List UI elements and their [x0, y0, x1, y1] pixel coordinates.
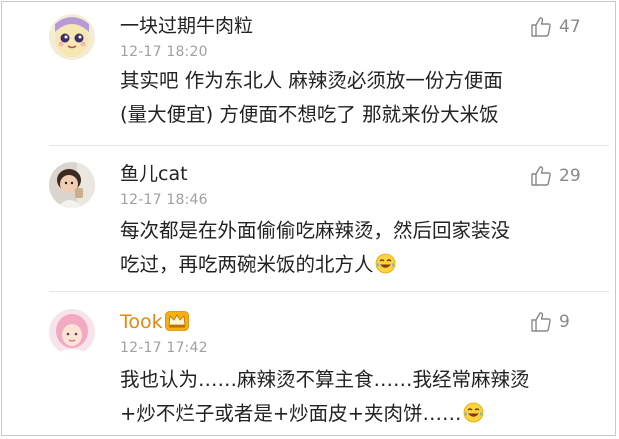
avatar[interactable] [49, 14, 95, 60]
comment-line: 每次都是在外面偷偷吃麻辣烫，然后回家装没 [120, 219, 511, 242]
comment-list: 一块过期牛肉粒 12-17 18:20 47 其实吧 作为东北人 麻辣烫必须放一… [1, 1, 616, 436]
like-button[interactable]: 29 [530, 164, 581, 188]
divider [49, 145, 609, 146]
username[interactable]: 一块过期牛肉粒 [120, 15, 253, 37]
like-count: 9 [559, 312, 570, 332]
comment-text: 其实吧 作为东北人 麻辣烫必须放一份方便面 (量大便宜) 方便面不想吃了 那就来… [120, 64, 590, 132]
like-button[interactable]: 9 [530, 310, 570, 334]
username[interactable]: Took [120, 311, 189, 336]
comment-line: 我也认为……麻辣烫不算主食……我经常麻辣烫 [120, 368, 530, 391]
like-count: 47 [559, 17, 581, 37]
comment-text: 每次都是在外面偷偷吃麻辣烫，然后回家装没 吃过，再吃两碗米饭的北方人 [120, 214, 590, 285]
like-count: 29 [559, 166, 581, 186]
crown-icon [164, 311, 189, 336]
divider [49, 291, 609, 292]
avatar[interactable] [49, 162, 95, 208]
thumbs-up-icon [531, 17, 551, 37]
thumbs-up-icon [531, 166, 551, 186]
username-text: Took [120, 311, 163, 333]
timestamp: 12-17 18:46 [120, 192, 208, 208]
comment-line-text: +炒不烂子或者是+炒面皮+夹肉饼…… [120, 402, 462, 425]
comment-text: 我也认为……麻辣烫不算主食……我经常麻辣烫 +炒不烂子或者是+炒面皮+夹肉饼…… [120, 363, 590, 434]
thumbs-up-icon [531, 312, 551, 332]
comment-line: (量大便宜) 方便面不想吃了 那就来份大米饭 [120, 103, 499, 126]
comment-line: 吃过，再吃两碗米饭的北方人 [120, 248, 590, 285]
timestamp: 12-17 17:42 [120, 340, 208, 356]
like-button[interactable]: 47 [530, 15, 581, 39]
laughing-emoji-icon [375, 251, 396, 285]
timestamp: 12-17 18:20 [120, 44, 208, 60]
comment-line: +炒不烂子或者是+炒面皮+夹肉饼…… [120, 397, 590, 434]
comment-line: 其实吧 作为东北人 麻辣烫必须放一份方便面 [120, 69, 503, 92]
avatar[interactable] [49, 309, 95, 355]
comment-line-text: 吃过，再吃两碗米饭的北方人 [120, 253, 374, 276]
username[interactable]: 鱼儿cat [120, 163, 188, 185]
laughing-emoji-icon [463, 400, 484, 434]
